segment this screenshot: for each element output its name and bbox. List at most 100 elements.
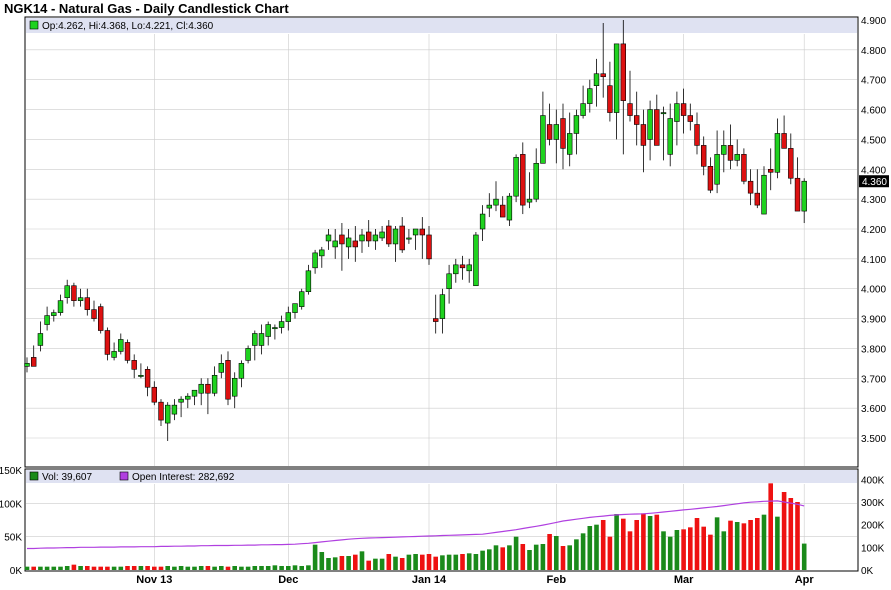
volume-bar [567,545,572,570]
candle-body [774,133,781,173]
volume-bar [768,483,773,570]
volume-bar [788,498,794,570]
candle-body [741,154,747,182]
volume-bar [748,520,753,570]
candle-body [506,195,513,221]
volume-bar [192,566,197,570]
volume-bar [614,514,619,570]
candle-body [767,168,774,173]
candle-body [225,360,231,400]
volume-bar [225,566,231,570]
volume-bar [131,566,137,570]
volume-bar [239,566,244,570]
volume-right-tick-label: 200K [861,521,885,532]
candle-body [345,237,352,248]
volume-bar [272,565,278,570]
candle-body [372,234,379,242]
volume-right-tick-label: 300K [861,498,885,509]
volume-bar [540,544,546,570]
candle-body [205,383,211,394]
candle-body [546,124,553,140]
volume-legend-text: Vol: 39,607 [42,472,92,483]
x-tick-label: Dec [278,574,298,586]
candle-body [91,309,97,319]
candle-body [245,348,251,361]
volume-bar [440,555,445,570]
candle-body [687,115,694,122]
volume-bar [466,553,472,570]
candle-body [232,377,238,397]
candle-body [453,264,459,275]
volume-bar [326,558,331,570]
price-tick-label: 4.100 [861,255,886,266]
candle-body [57,300,64,313]
volume-bar [198,566,204,570]
price-tick-label: 3.700 [861,374,886,385]
volume-bar [433,556,438,570]
volume-bar [165,566,170,570]
candle-body [660,112,667,115]
volume-bar [607,536,613,570]
candle-body [379,231,385,239]
candle-body [406,237,412,240]
volume-left-tick-label: 100K [0,499,22,510]
candle-body [305,270,312,292]
volume-bar [507,545,512,570]
candle-body [265,324,271,337]
candle-body [285,312,291,322]
candle-body [788,148,794,179]
candle-body [566,133,573,155]
candle-body [633,115,640,125]
volume-bar [580,533,586,570]
candle-body [98,306,104,331]
candle-body [446,273,452,290]
x-tick-label: Mar [674,574,694,586]
candle-body [185,395,191,400]
volume-bar [138,566,144,570]
candle-body [111,351,117,358]
price-tick-label: 4.900 [861,16,886,27]
volume-bar [332,557,338,570]
candle-body [700,145,707,167]
volume-bar [185,566,191,570]
candle-body [526,198,533,203]
volume-bar [111,566,117,570]
candle-body [647,109,653,140]
candle-body [781,133,787,149]
volume-bar [681,529,686,570]
volume-legend-swatch [29,471,39,481]
price-legend-text: Op:4.262, Hi:4.368, Lo:4.221, Cl:4.360 [42,21,214,32]
candle-body [754,192,761,206]
price-axis-ticks: 4.900 4.800 4.700 4.600 4.500 4.400 4.300 4.200… [861,16,886,445]
volume-left-tick-label: 50K [4,533,22,544]
candle-body [399,225,405,251]
volume-right-tick-label: 0K [861,566,874,577]
volume-bar [487,549,492,570]
price-tick-label: 4.800 [861,46,886,57]
volume-bar [661,531,666,570]
volume-bar [118,566,124,570]
x-tick-label: Nov 13 [136,574,172,586]
candle-body [272,327,278,330]
candle-body [794,177,801,212]
volume-bar [600,520,606,570]
price-legend-swatch [29,20,39,30]
volume-bar [205,566,211,570]
volume-bar [319,552,325,570]
volume-bar [353,554,358,570]
volume-bar [446,554,452,570]
candle-body [298,291,305,307]
volume-bar [453,554,459,570]
candle-body [77,297,84,301]
volume-bar [734,522,740,570]
candle-body [667,118,673,155]
price-tick-label: 3.900 [861,315,886,326]
candle-body [124,342,131,361]
volume-bar [674,530,680,570]
volume-bar [688,527,693,570]
volume-right-tick-label: 100K [861,543,885,554]
candle-body [473,234,479,287]
volume-bar [292,565,298,570]
volume-bar [252,566,258,570]
volume-bar [701,526,706,570]
